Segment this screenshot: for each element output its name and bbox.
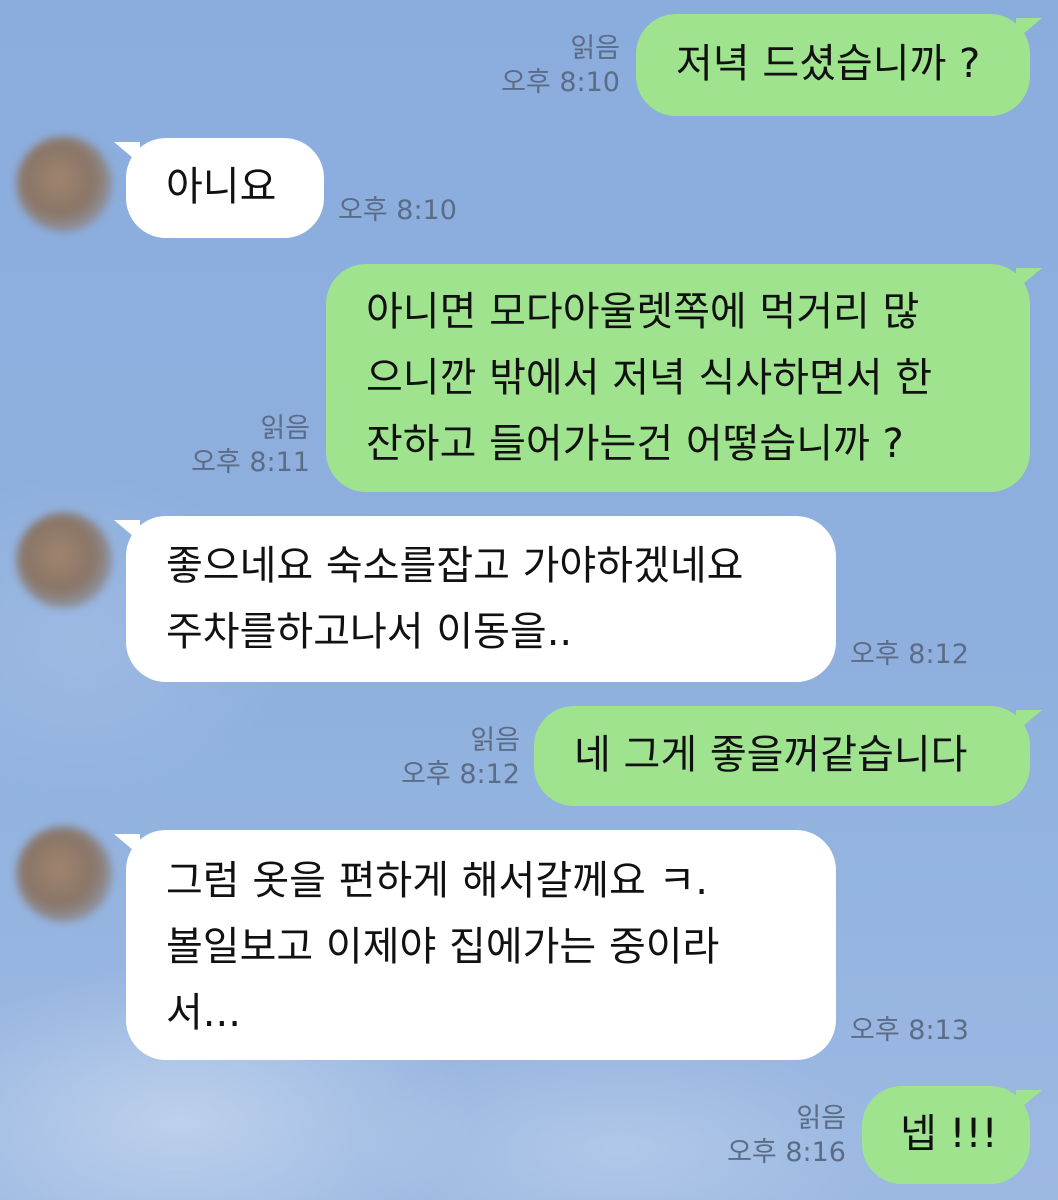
- incoming-message-bubble[interactable]: 그럼 옷을 편하게 해서갈께요 ㅋ. 볼일보고 이제야 집에가는 중이라 서..…: [126, 830, 836, 1060]
- message-text-line: 잔하고 들어가는건 어떻습니까 ?: [366, 421, 904, 467]
- message-meta: 읽음 오후 8:11: [160, 412, 310, 480]
- bubble-tail: [1016, 268, 1042, 290]
- incoming-message-bubble[interactable]: 아니요: [126, 138, 324, 238]
- message-text-line: 넵 !!!: [900, 1111, 998, 1157]
- message-time: 오후 8:13: [850, 1015, 969, 1046]
- bubble-tail: [1016, 18, 1042, 40]
- message-text-line: 그럼 옷을 편하게 해서갈께요 ㅋ.: [166, 858, 708, 904]
- outgoing-message-bubble[interactable]: 아니면 모다아울렛쪽에 먹거리 많 으니깐 밖에서 저녁 식사하면서 한 잔하고…: [326, 264, 1030, 492]
- outgoing-message-bubble[interactable]: 넵 !!!: [862, 1086, 1030, 1184]
- message-text-line: 주차를하고나서 이동을..: [166, 609, 573, 655]
- message-text-line: 볼일보고 이제야 집에가는 중이라: [166, 924, 720, 970]
- message-time: 오후 8:10: [338, 195, 457, 226]
- read-receipt: 읽음: [570, 33, 620, 64]
- contact-avatar[interactable]: [16, 826, 112, 922]
- message-text-line: 좋으네요 숙소를잡고 가야하겠네요: [166, 543, 744, 589]
- message-text-line: 아니요: [166, 164, 277, 210]
- message-text-line: 아니면 모다아울렛쪽에 먹거리 많: [366, 289, 920, 335]
- outgoing-message-bubble[interactable]: 네 그게 좋을꺼같습니다: [534, 706, 1030, 806]
- bubble-tail: [114, 142, 140, 164]
- bubble-tail: [114, 834, 140, 856]
- message-meta: 읽음 오후 8:12: [370, 724, 520, 792]
- bubble-tail: [114, 520, 140, 542]
- message-text-line: 서...: [166, 990, 241, 1036]
- read-receipt: 읽음: [260, 413, 310, 444]
- message-text-line: 네 그게 좋을꺼같습니다: [574, 732, 968, 778]
- message-time: 오후 8:10: [501, 67, 620, 98]
- message-time: 오후 8:12: [401, 759, 520, 790]
- message-text-line: 으니깐 밖에서 저녁 식사하면서 한: [366, 355, 933, 401]
- contact-avatar[interactable]: [16, 512, 112, 608]
- outgoing-message-bubble[interactable]: 저녁 드셨습니까 ?: [636, 14, 1030, 116]
- message-meta: 읽음 오후 8:10: [470, 32, 620, 100]
- contact-avatar[interactable]: [16, 136, 112, 232]
- message-meta: 오후 8:10: [338, 194, 498, 228]
- message-meta: 오후 8:13: [850, 1014, 1010, 1048]
- bubble-tail: [1016, 710, 1042, 732]
- message-text-line: 저녁 드셨습니까 ?: [676, 41, 981, 87]
- read-receipt: 읽음: [796, 1103, 846, 1134]
- message-time: 오후 8:11: [191, 447, 310, 478]
- message-meta: 오후 8:12: [850, 638, 1010, 672]
- message-meta: 읽음 오후 8:16: [696, 1102, 846, 1170]
- bubble-tail: [1016, 1090, 1042, 1112]
- incoming-message-bubble[interactable]: 좋으네요 숙소를잡고 가야하겠네요 주차를하고나서 이동을..: [126, 516, 836, 682]
- message-time: 오후 8:16: [727, 1137, 846, 1168]
- read-receipt: 읽음: [470, 725, 520, 756]
- message-time: 오후 8:12: [850, 639, 969, 670]
